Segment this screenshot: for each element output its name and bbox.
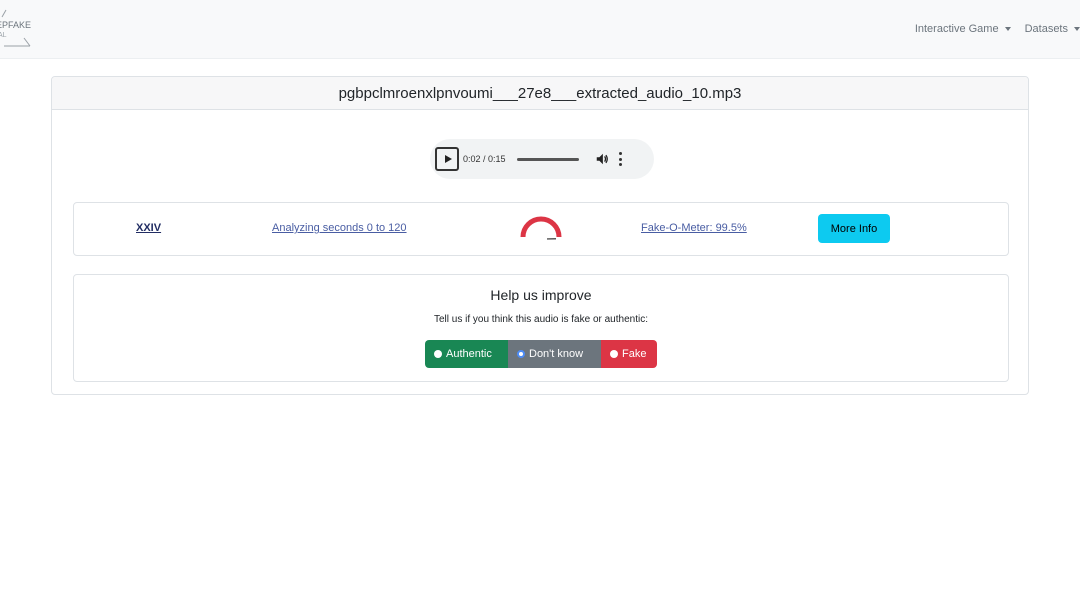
- audio-result-card: pgbpclmroenxlpnvoumi___27e8___extracted_…: [51, 76, 1029, 395]
- logo-text: EPFAKE: [0, 20, 32, 30]
- nav-links: Interactive Game Datasets: [901, 0, 1080, 58]
- play-button[interactable]: [435, 147, 459, 171]
- nav-interactive-game-label: Interactive Game: [914, 23, 999, 35]
- audio-file-title: pgbpclmroenxlpnvoumi___27e8___extracted_…: [338, 84, 742, 102]
- vote-fake-label: Fake: [622, 348, 647, 360]
- radio-filled-icon: [434, 350, 442, 358]
- fake-o-meter-link[interactable]: Fake-O-Meter: 99.5%: [641, 222, 747, 234]
- feedback-title: Help us improve: [490, 287, 592, 303]
- feedback-section: Help us improve Tell us if you think thi…: [73, 274, 1009, 382]
- gauge-arc: [520, 216, 562, 238]
- site-logo[interactable]: EPFAKE AL: [0, 8, 40, 50]
- logo-subtext: AL: [0, 32, 7, 39]
- nav-datasets-dropdown[interactable]: Datasets: [1025, 23, 1080, 35]
- analysis-range-link[interactable]: Analyzing seconds 0 to 120: [272, 222, 407, 234]
- analysis-result-row: XXIV Analyzing seconds 0 to 120 Fake-O-M…: [73, 202, 1009, 256]
- vote-authentic-button[interactable]: Authentic: [425, 340, 508, 368]
- segment-label[interactable]: XXIV: [136, 222, 161, 234]
- vote-fake-button[interactable]: Fake: [601, 340, 657, 368]
- audio-time-display: 0:02 / 0:15: [463, 154, 506, 164]
- vote-dont-know-label: Don't know: [529, 348, 584, 360]
- caret-down-icon: [1004, 27, 1011, 31]
- vote-dont-know-button[interactable]: Don't know: [508, 340, 601, 368]
- card-header: pgbpclmroenxlpnvoumi___27e8___extracted_…: [52, 77, 1028, 110]
- vote-authentic-label: Authentic: [446, 348, 492, 360]
- more-info-button[interactable]: More Info: [818, 214, 890, 243]
- audio-player: 0:02 / 0:15: [430, 139, 654, 179]
- seek-slider[interactable]: [516, 157, 579, 161]
- caret-down-icon: [1074, 27, 1080, 31]
- navbar: EPFAKE AL Interactive Game Datasets: [0, 0, 1080, 59]
- volume-icon[interactable]: [595, 152, 609, 166]
- radio-filled-icon: [610, 350, 618, 358]
- feedback-subtitle: Tell us if you think this audio is fake …: [433, 314, 648, 325]
- fake-meter-gauge: [520, 216, 562, 240]
- nav-interactive-game-dropdown[interactable]: Interactive Game: [915, 23, 1011, 35]
- vote-button-group: Authentic Don't know Fake: [425, 340, 657, 368]
- play-icon: [444, 155, 452, 163]
- radio-ring-icon: [517, 350, 525, 358]
- more-options-icon[interactable]: [619, 152, 623, 166]
- nav-datasets-label: Datasets: [1024, 23, 1068, 35]
